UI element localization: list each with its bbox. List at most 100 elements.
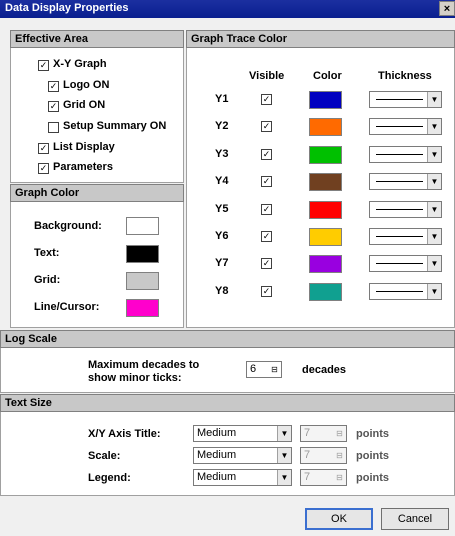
trace-label-y1: Y1 bbox=[215, 93, 229, 105]
window-title: Data Display Properties bbox=[5, 2, 129, 14]
axis-title-points-value: 7 bbox=[304, 427, 311, 439]
thickness-line-preview bbox=[376, 181, 423, 182]
log-scale-header: Log Scale bbox=[0, 330, 455, 348]
ok-button[interactable]: OK bbox=[305, 508, 373, 530]
legend-size-label: Legend: bbox=[88, 472, 131, 484]
chevron-down-icon[interactable]: ▼ bbox=[427, 147, 441, 162]
trace-thickness-select-y2[interactable]: ▼ bbox=[369, 118, 442, 135]
trace-visible-checkbox-y1[interactable]: ✓ bbox=[261, 94, 272, 105]
text-color-swatch[interactable] bbox=[126, 245, 159, 263]
axis-title-size-value: Medium bbox=[197, 427, 237, 439]
thickness-line-preview bbox=[376, 263, 423, 264]
scale-points-spinner-icon: ⊟ bbox=[336, 451, 343, 460]
title-bar: Data Display Properties × bbox=[0, 0, 455, 18]
trace-thickness-select-y8[interactable]: ▼ bbox=[369, 283, 442, 300]
decades-unit-label: decades bbox=[302, 364, 347, 376]
trace-color-swatch-y7[interactable] bbox=[309, 255, 342, 273]
thickness-line-preview bbox=[376, 126, 423, 127]
trace-visible-checkbox-y3[interactable]: ✓ bbox=[261, 149, 272, 160]
effective-area-header: Effective Area bbox=[10, 30, 184, 48]
thickness-line-preview bbox=[376, 209, 423, 210]
close-icon[interactable]: × bbox=[439, 1, 455, 16]
chevron-down-icon[interactable]: ▼ bbox=[427, 256, 441, 271]
thickness-line-preview bbox=[376, 236, 423, 237]
trace-visible-checkbox-y5[interactable]: ✓ bbox=[261, 204, 272, 215]
axis-title-size-select[interactable]: Medium ▼ bbox=[193, 425, 292, 442]
trace-thickness-select-y5[interactable]: ▼ bbox=[369, 201, 442, 218]
trace-color-swatch-y6[interactable] bbox=[309, 228, 342, 246]
scale-size-label: Scale: bbox=[88, 450, 121, 462]
trace-color-swatch-y2[interactable] bbox=[309, 118, 342, 136]
chevron-down-icon[interactable]: ▼ bbox=[277, 426, 291, 441]
axis-title-points-spinner-icon: ⊟ bbox=[336, 429, 343, 438]
visible-column-header: Visible bbox=[249, 70, 285, 82]
line-cursor-color-label: Line/Cursor: bbox=[34, 301, 100, 313]
trace-label-y5: Y5 bbox=[215, 203, 229, 215]
chevron-down-icon[interactable]: ▼ bbox=[427, 202, 441, 217]
xy-graph-label: X-Y Graph bbox=[53, 58, 107, 70]
list-display-checkbox[interactable]: ✓ bbox=[38, 143, 49, 154]
trace-visible-checkbox-y2[interactable]: ✓ bbox=[261, 121, 272, 132]
thickness-column-header: Thickness bbox=[378, 70, 432, 82]
trace-color-swatch-y5[interactable] bbox=[309, 201, 342, 219]
grid-color-swatch[interactable] bbox=[126, 272, 159, 290]
logo-on-checkbox[interactable]: ✓ bbox=[48, 81, 59, 92]
trace-color-swatch-y8[interactable] bbox=[309, 283, 342, 301]
decades-spinner-icon[interactable]: ⊟ bbox=[270, 364, 279, 375]
text-color-label: Text: bbox=[34, 247, 60, 259]
background-color-swatch[interactable] bbox=[126, 217, 159, 235]
legend-size-select[interactable]: Medium ▼ bbox=[193, 469, 292, 486]
trace-color-swatch-y3[interactable] bbox=[309, 146, 342, 164]
log-scale-label-line2: show minor ticks: bbox=[88, 372, 182, 384]
trace-visible-checkbox-y8[interactable]: ✓ bbox=[261, 286, 272, 297]
chevron-down-icon[interactable]: ▼ bbox=[427, 119, 441, 134]
graph-color-header: Graph Color bbox=[10, 184, 184, 202]
parameters-checkbox[interactable]: ✓ bbox=[38, 163, 49, 174]
decades-value: 6 bbox=[250, 363, 257, 375]
grid-on-checkbox[interactable]: ✓ bbox=[48, 101, 59, 112]
thickness-line-preview bbox=[376, 154, 423, 155]
chevron-down-icon[interactable]: ▼ bbox=[427, 92, 441, 107]
color-column-header: Color bbox=[313, 70, 342, 82]
setup-summary-checkbox[interactable] bbox=[48, 122, 59, 133]
trace-thickness-select-y7[interactable]: ▼ bbox=[369, 255, 442, 272]
parameters-label: Parameters bbox=[53, 161, 113, 173]
chevron-down-icon[interactable]: ▼ bbox=[427, 229, 441, 244]
chevron-down-icon[interactable]: ▼ bbox=[277, 470, 291, 485]
trace-thickness-select-y6[interactable]: ▼ bbox=[369, 228, 442, 245]
thickness-line-preview bbox=[376, 99, 423, 100]
line-cursor-color-swatch[interactable] bbox=[126, 299, 159, 317]
dialog-window: Data Display Properties × Effective Area… bbox=[0, 0, 455, 536]
scale-points-unit: points bbox=[356, 450, 389, 462]
legend-size-value: Medium bbox=[197, 471, 237, 483]
trace-color-swatch-y4[interactable] bbox=[309, 173, 342, 191]
trace-visible-checkbox-y7[interactable]: ✓ bbox=[261, 258, 272, 269]
cancel-button[interactable]: Cancel bbox=[381, 508, 449, 530]
thickness-line-preview bbox=[376, 291, 423, 292]
trace-label-y4: Y4 bbox=[215, 175, 229, 187]
decades-input[interactable]: 6 ⊟ bbox=[246, 361, 282, 378]
trace-label-y7: Y7 bbox=[215, 257, 229, 269]
chevron-down-icon[interactable]: ▼ bbox=[277, 448, 291, 463]
trace-visible-checkbox-y4[interactable]: ✓ bbox=[261, 176, 272, 187]
trace-color-swatch-y1[interactable] bbox=[309, 91, 342, 109]
grid-color-label: Grid: bbox=[34, 274, 61, 286]
chevron-down-icon[interactable]: ▼ bbox=[427, 174, 441, 189]
xy-graph-checkbox[interactable]: ✓ bbox=[38, 60, 49, 71]
setup-summary-label: Setup Summary ON bbox=[63, 120, 167, 132]
trace-label-y6: Y6 bbox=[215, 230, 229, 242]
trace-thickness-select-y4[interactable]: ▼ bbox=[369, 173, 442, 190]
chevron-down-icon[interactable]: ▼ bbox=[427, 284, 441, 299]
graph-trace-color-header: Graph Trace Color bbox=[186, 30, 455, 48]
scale-points-input: 7 ⊟ bbox=[300, 447, 347, 464]
logo-on-label: Logo ON bbox=[63, 79, 110, 91]
list-display-label: List Display bbox=[53, 141, 115, 153]
axis-title-points-input: 7 ⊟ bbox=[300, 425, 347, 442]
trace-thickness-select-y3[interactable]: ▼ bbox=[369, 146, 442, 163]
legend-points-value: 7 bbox=[304, 471, 311, 483]
scale-size-select[interactable]: Medium ▼ bbox=[193, 447, 292, 464]
trace-label-y2: Y2 bbox=[215, 120, 229, 132]
trace-visible-checkbox-y6[interactable]: ✓ bbox=[261, 231, 272, 242]
scale-size-value: Medium bbox=[197, 449, 237, 461]
trace-thickness-select-y1[interactable]: ▼ bbox=[369, 91, 442, 108]
